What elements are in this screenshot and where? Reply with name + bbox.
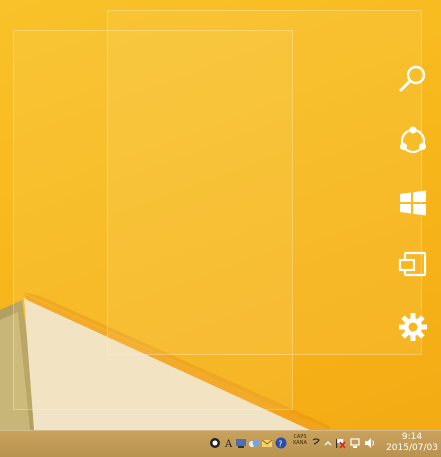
- help-icon[interactable]: ?: [275, 436, 287, 450]
- show-hidden-icons-chevron-icon[interactable]: [322, 436, 334, 450]
- ime-kana-label: KANA: [293, 440, 307, 446]
- network-app-icon[interactable]: [235, 436, 247, 450]
- cloud-app-icon[interactable]: [248, 436, 260, 450]
- taskbar: A ? CAPS KANA 9:14 2015/07/03: [0, 430, 441, 457]
- windows-logo-icon: [400, 190, 426, 216]
- app-icon[interactable]: [209, 436, 221, 450]
- svg-text:A: A: [224, 439, 233, 449]
- clock-time: 9:14: [401, 432, 423, 442]
- charm-settings[interactable]: [386, 300, 440, 354]
- charms-bar: [386, 52, 440, 362]
- search-icon: [399, 65, 426, 92]
- charm-share[interactable]: [386, 114, 440, 168]
- charm-search[interactable]: [386, 52, 440, 106]
- clock-date: 2015/07/03: [386, 443, 438, 453]
- ime-indicator[interactable]: CAPS KANA: [291, 434, 309, 454]
- text-services-icon[interactable]: A: [223, 436, 235, 450]
- svg-text:?: ?: [278, 440, 282, 449]
- charm-start[interactable]: [386, 176, 440, 230]
- desktop-background: [0, 0, 441, 430]
- ime-mode-icon[interactable]: [310, 436, 322, 450]
- network-status-icon[interactable]: [349, 436, 361, 450]
- devices-icon: [398, 251, 427, 277]
- action-center-flag-icon[interactable]: [334, 436, 346, 450]
- charm-devices[interactable]: [386, 238, 440, 292]
- taskbar-clock[interactable]: 9:14 2015/07/03: [384, 432, 440, 456]
- gear-icon: [399, 313, 427, 341]
- share-icon: [400, 126, 426, 154]
- mail-app-icon[interactable]: [261, 436, 273, 450]
- volume-icon[interactable]: [364, 436, 376, 450]
- ghost-window-right: [107, 10, 422, 355]
